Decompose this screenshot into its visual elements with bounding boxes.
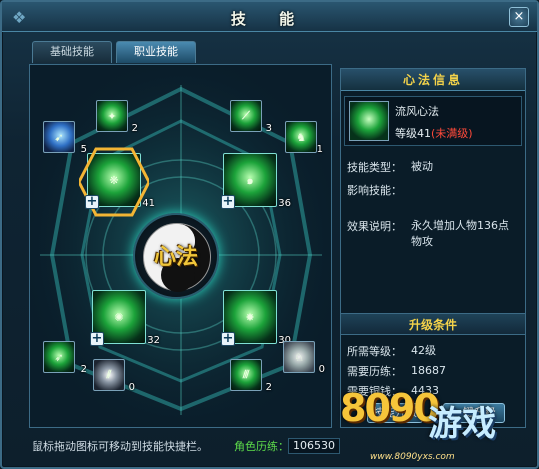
skill-info-panel: 心法信息 流风心法 等级41(未满级) 技能类型： 被动 影响技能： 效果说明：… (340, 68, 526, 428)
req-level-label: 所需等级： (347, 345, 402, 358)
type-value: 被动 (411, 160, 433, 173)
green-blade-icon: ✦ (96, 100, 128, 132)
skill-level: 2 (80, 364, 87, 375)
skill-level: 32 (147, 335, 160, 346)
add-point-button[interactable]: + (221, 332, 235, 346)
level-status: (未满级) (431, 127, 473, 140)
skill-level: 0 (128, 382, 135, 393)
title-bar[interactable]: ❖ 技 能 × (2, 2, 537, 32)
skill-spear-thrust[interactable]: ➹ 5 (43, 121, 87, 155)
tab-bar: 基础技能 职业技能 (32, 41, 196, 63)
req-exp-value: 18687 (411, 364, 446, 377)
sword-slash-icon: ⟋ (230, 100, 262, 132)
skill-arrow-thrust[interactable]: ➶ 2 (43, 341, 87, 375)
skill-tree-panel: 心法 ➹ 5 ✦ 2 ⟋ 3 ♞ 1 ❋ + 41 ๑ + 36 ✺ + 32 … (29, 64, 332, 428)
req-coin-label: 需要铜钱： (347, 385, 402, 398)
skill-level: 3 (265, 123, 272, 134)
selected-skill-icon (349, 101, 389, 141)
add-point-button[interactable]: + (90, 332, 104, 346)
selected-skill-name: 流风心法 (395, 105, 439, 118)
one-click-upgrade-button[interactable]: 一键升级 (443, 403, 505, 423)
skill-warrior-stance[interactable]: ♞ 1 (285, 121, 323, 155)
req-exp-label: 需要历练： (347, 365, 402, 378)
triple-spear-icon: ⫻ (230, 359, 262, 391)
skill-window: ❖ 技 能 × 基础技能 职业技能 心法 ➹ 5 ✦ 2 ⟋ 3 ♞ 1 ❋ +… (0, 0, 539, 469)
upgrade-title: 升级条件 (341, 313, 525, 335)
window-title: 技 能 (230, 10, 309, 28)
add-point-button[interactable]: + (221, 195, 235, 209)
spear-icon: ➹ (43, 121, 75, 153)
selected-skill-box: 流风心法 等级41(未满级) (344, 96, 522, 146)
role-exp-label: 角色历练： (234, 440, 289, 453)
skill-liufeng-xinfa[interactable]: ❋ + 41 (79, 147, 155, 217)
req-level-value: 42级 (411, 344, 436, 357)
skill-level: 2 (131, 123, 138, 134)
skill-claw-strike[interactable]: ⫽ 0 (93, 359, 135, 393)
skill-burst-light[interactable]: ✸ + 30 (221, 290, 291, 346)
tab-basic-skills[interactable]: 基础技能 (32, 41, 112, 63)
add-point-button[interactable]: + (85, 195, 99, 209)
close-button[interactable]: × (509, 7, 529, 27)
skill-horse-charge[interactable]: ♘ 0 (283, 341, 325, 375)
warrior-icon: ♞ (285, 121, 317, 153)
role-exp-value: 106530 (288, 438, 340, 454)
info-header: 心法信息 (341, 69, 525, 91)
drag-hint: 鼠标拖动图标可移动到技能快捷栏。 (32, 440, 208, 453)
req-coin-value: 4433 (411, 384, 439, 397)
skill-level: 2 (265, 382, 272, 393)
skill-level: 41 (142, 198, 155, 209)
skill-level: 36 (278, 198, 291, 209)
skill-wind-vortex[interactable]: ๑ + 36 (221, 153, 291, 209)
level-text: 等级41 (395, 127, 431, 140)
skill-spiral-aura[interactable]: ✺ + 32 (90, 290, 160, 346)
selected-skill-level: 等级41(未满级) (395, 125, 473, 141)
xinfa-emblem: 心法 (133, 213, 219, 299)
effect-value: 永久增加人物136点物攻 (411, 219, 509, 248)
claw-icon: ⫽ (93, 359, 125, 391)
skill-blade-burst[interactable]: ✦ 2 (96, 100, 138, 134)
upgrade-skill-button[interactable]: 技能升级 (367, 403, 423, 423)
skill-sword-strike[interactable]: ⟋ 3 (230, 100, 272, 134)
horse-icon: ♘ (283, 341, 315, 373)
emblem-text: 心法 (153, 244, 198, 270)
arrow-icon: ➶ (43, 341, 75, 373)
effect-label: 效果说明： (347, 220, 402, 233)
skill-level: 0 (318, 364, 325, 375)
tab-class-skills[interactable]: 职业技能 (116, 41, 196, 63)
skill-triple-spear[interactable]: ⫻ 2 (230, 359, 272, 393)
affect-label: 影响技能： (347, 184, 402, 197)
skill-level: 1 (316, 144, 323, 155)
type-label: 技能类型： (347, 161, 402, 174)
